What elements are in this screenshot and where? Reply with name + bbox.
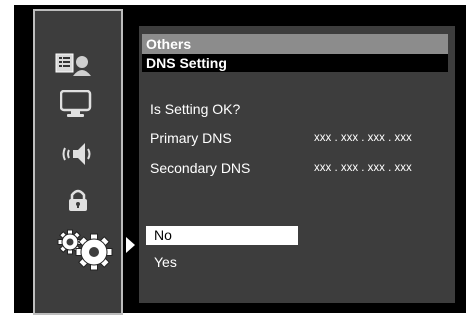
primary-dns-label: Primary DNS (150, 130, 232, 146)
page-title: DNS Setting (142, 54, 448, 72)
lock-icon[interactable] (67, 188, 89, 212)
option-no-button[interactable]: No (146, 226, 298, 245)
option-yes-button[interactable]: Yes (146, 253, 298, 272)
section-header: Others (142, 34, 448, 54)
speaker-sound-icon[interactable] (62, 140, 96, 168)
secondary-dns-value: xxx . xxx . xxx . xxx (314, 162, 412, 174)
confirm-question: Is Setting OK? (150, 101, 241, 117)
secondary-dns-label: Secondary DNS (150, 160, 251, 176)
primary-dns-value: xxx . xxx . xxx . xxx (314, 132, 412, 144)
monitor-icon[interactable] (60, 90, 92, 118)
network-list-icon[interactable] (55, 52, 91, 78)
selection-arrow-icon (126, 237, 135, 253)
gears-icon[interactable] (54, 228, 116, 272)
